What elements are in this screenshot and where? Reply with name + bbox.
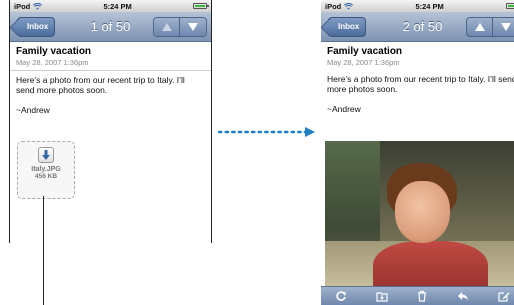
message-body: Here’s a photo from our recent trip to I… [10,71,211,119]
inbox-back-label: Inbox [338,22,360,31]
message-body: Here’s a photo from our recent trip to I… [321,70,514,118]
nav-bar: Inbox 1 of 50 [10,12,211,42]
reply-icon[interactable] [457,290,469,302]
carrier-label: iPod [325,1,342,11]
refresh-icon[interactable] [335,290,347,302]
right-screen: iPod 5:24 PM Inbox 2 of 50 Family vacati… [321,0,514,305]
attached-photo[interactable] [325,141,514,286]
clock: 5:24 PM [103,1,132,11]
trash-icon[interactable] [416,290,428,302]
message-subject: Family vacation [16,46,92,57]
download-icon [38,147,54,163]
message-text: Here’s a photo from our recent trip to I… [16,75,185,95]
clock: 5:24 PM [415,1,444,11]
callout-line [43,196,44,305]
carrier-label: iPod [14,1,31,11]
inbox-back-label: Inbox [27,22,49,31]
left-screen: iPod 5:24 PM Inbox 1 of 50 Family vacati… [9,0,212,243]
attachment-filename: Italy.JPG [31,166,61,173]
move-to-folder-icon[interactable] [376,290,388,302]
next-message-button[interactable] [180,16,207,37]
previous-message-button[interactable] [466,16,493,37]
message-date: May 28, 2007 1:36pm [327,58,400,67]
message-header: Family vacation May 28, 2007 1:36pm [10,42,211,71]
compose-icon[interactable] [498,290,510,302]
battery-icon [505,3,514,9]
message-signature: ~Andrew [16,105,50,115]
arrow-up-icon [161,22,172,31]
nav-bar: Inbox 2 of 50 [321,12,514,42]
previous-message-button[interactable] [153,16,180,37]
message-header: Family vacation May 28, 2007 1:36pm [321,42,514,70]
arrow-down-icon [188,22,198,31]
wifi-icon [33,2,43,10]
battery-icon [192,3,209,9]
next-message-button[interactable] [493,16,514,37]
message-date: May 28, 2007 1:36pm [16,58,89,67]
attachment-size: 456 KB [34,173,58,180]
wifi-icon [344,2,354,10]
arrow-down-icon [501,22,511,31]
message-subject: Family vacation [327,46,403,57]
message-text: Here’s a photo from our recent trip to I… [327,74,514,94]
inbox-back-button[interactable]: Inbox [17,16,56,37]
inbox-back-button[interactable]: Inbox [328,16,367,37]
transition-arrow [217,127,315,137]
attachment-download[interactable]: Italy.JPG 456 KB [17,141,75,199]
status-bar: iPod 5:24 PM [10,0,211,12]
status-bar: iPod 5:24 PM [321,0,514,12]
arrow-up-icon [474,22,485,31]
message-signature: ~Andrew [327,104,361,114]
message-toolbar [321,286,514,305]
